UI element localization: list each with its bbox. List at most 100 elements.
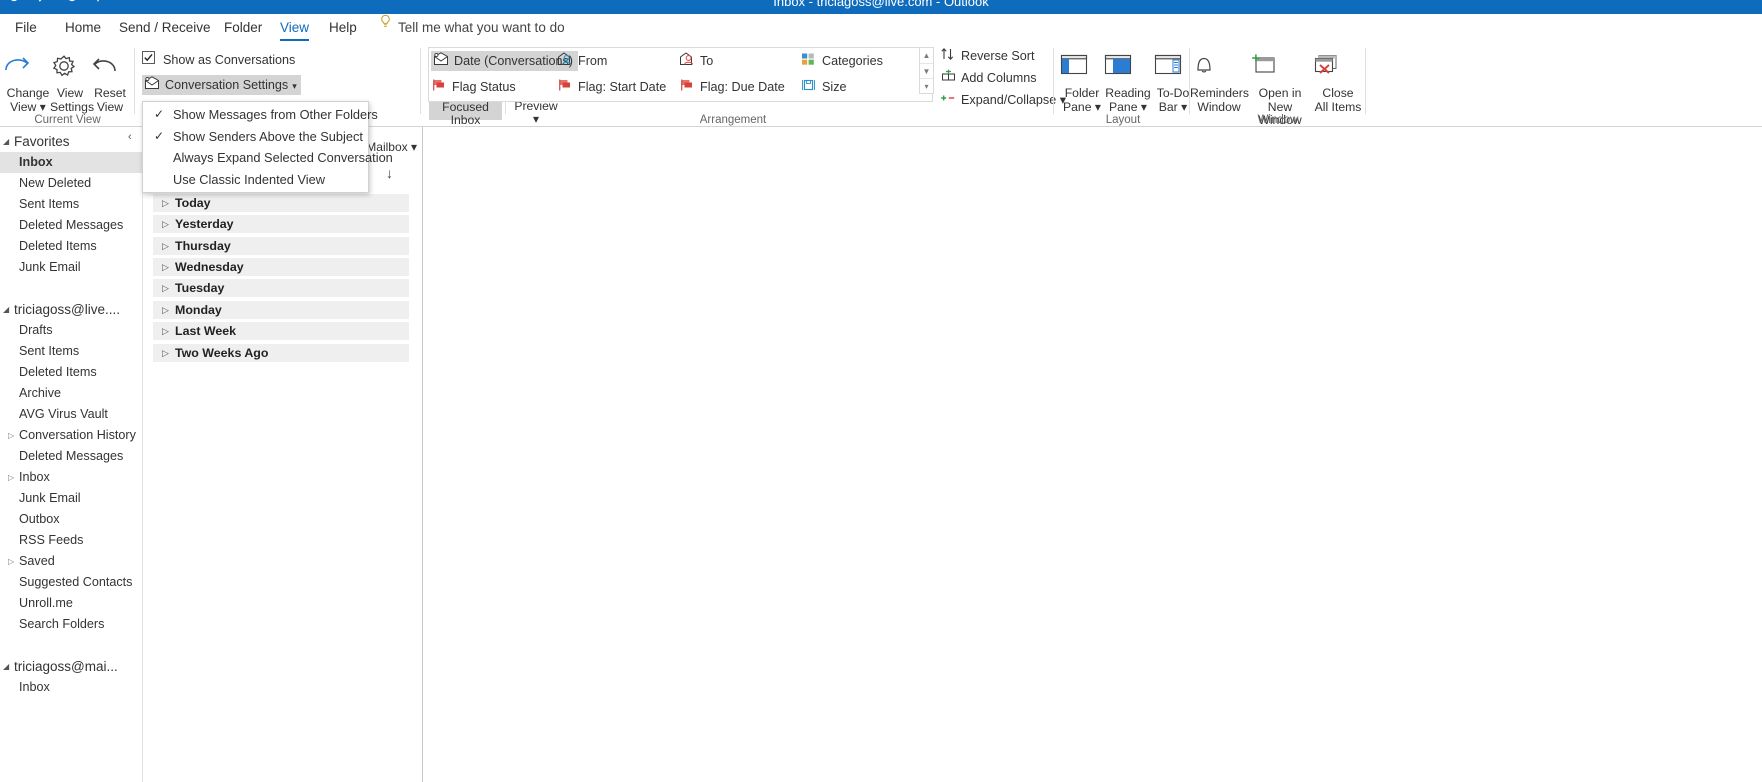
quick-access-toolbar[interactable]: ↺ ↗ ↻ ▾ bbox=[8, 0, 108, 6]
window-title: Inbox - triciagoss@live.com - Outlook bbox=[773, 0, 989, 9]
nav-section-account-live[interactable]: ◢ triciagoss@live.... bbox=[0, 299, 142, 320]
folder-pane-button[interactable]: Folder Pane ▾ bbox=[1058, 52, 1106, 114]
chevron-collapsed-icon[interactable]: ▷ bbox=[8, 467, 14, 488]
arrange-flag-status[interactable]: Flag Status bbox=[431, 77, 516, 97]
sidebar-item-search-folders[interactable]: Search Folders bbox=[0, 614, 142, 635]
change-view-button[interactable]: Change View ▾ bbox=[2, 52, 54, 114]
chevron-collapsed-icon[interactable]: ▷ bbox=[162, 322, 169, 340]
list-group-two-weeks-ago[interactable]: ▷ Two Weeks Ago bbox=[153, 344, 409, 362]
sidebar-item-deleted-items-fav[interactable]: Deleted Items bbox=[0, 236, 142, 257]
view-settings-button[interactable]: View Settings bbox=[50, 52, 94, 114]
reminders-window-button[interactable]: Reminders Window bbox=[1190, 52, 1249, 114]
group-label: Tuesday bbox=[175, 281, 225, 295]
sidebar-item-deleted-items[interactable]: Deleted Items bbox=[0, 362, 142, 383]
sidebar-item-deleted-messages[interactable]: Deleted Messages bbox=[0, 446, 142, 467]
reset-icon bbox=[90, 52, 130, 84]
sidebar-item-archive[interactable]: Archive bbox=[0, 383, 142, 404]
chevron-collapsed-icon[interactable]: ▷ bbox=[162, 301, 169, 319]
sidebar-item-inbox-fav[interactable]: Inbox bbox=[0, 152, 142, 173]
arrange-size[interactable]: Size bbox=[801, 77, 847, 97]
sidebar-item-saved[interactable]: ▷ Saved bbox=[0, 551, 142, 572]
expand-collapse-button[interactable]: Expand/Collapse ▾ bbox=[940, 90, 1066, 110]
reverse-sort-button[interactable]: Reverse Sort bbox=[940, 46, 1035, 66]
reset-view-button[interactable]: Reset View bbox=[90, 52, 130, 114]
collapse-folder-pane-icon[interactable]: ‹ bbox=[128, 131, 132, 143]
sidebar-item-suggested-contacts[interactable]: Suggested Contacts bbox=[0, 572, 142, 593]
tab-send-receive[interactable]: Send / Receive bbox=[110, 14, 220, 42]
sidebar-item-junk-email-fav[interactable]: Junk Email bbox=[0, 257, 142, 278]
sidebar-item-sent-items[interactable]: Sent Items bbox=[0, 341, 142, 362]
arrange-date-conversations[interactable]: Date (Conversations) bbox=[431, 51, 578, 71]
sidebar-item-outbox[interactable]: Outbox bbox=[0, 509, 142, 530]
list-group-wednesday[interactable]: ▷ Wednesday bbox=[153, 258, 409, 276]
chevron-collapsed-icon[interactable]: ▷ bbox=[8, 551, 14, 572]
close-all-items-button[interactable]: Close All Items bbox=[1310, 52, 1366, 114]
to-do-bar-button[interactable]: To-Do Bar ▾ bbox=[1152, 52, 1194, 114]
nav-section-favorites[interactable]: ◢ Favorites bbox=[0, 131, 142, 152]
chevron-collapsed-icon[interactable]: ▷ bbox=[162, 258, 169, 276]
arrange-categories[interactable]: Categories bbox=[801, 51, 883, 71]
sidebar-item-label: Inbox bbox=[19, 470, 50, 484]
sidebar-item-unroll-me[interactable]: Unroll.me bbox=[0, 593, 142, 614]
list-group-monday[interactable]: ▷ Monday bbox=[153, 301, 409, 319]
list-group-yesterday[interactable]: ▷ Yesterday bbox=[153, 215, 409, 233]
sidebar-item-junk-email[interactable]: Junk Email bbox=[0, 488, 142, 509]
add-columns-label: Add Columns bbox=[961, 71, 1037, 85]
chevron-collapsed-icon[interactable]: ▷ bbox=[162, 344, 169, 362]
list-group-last-week[interactable]: ▷ Last Week bbox=[153, 322, 409, 340]
chevron-collapsed-icon[interactable]: ▷ bbox=[8, 425, 14, 446]
menu-item-always-expand-selected-conversation[interactable]: Always Expand Selected Conversation bbox=[143, 147, 393, 169]
sidebar-item-avg-virus-vault[interactable]: AVG Virus Vault bbox=[0, 404, 142, 425]
sidebar-item-deleted-messages-fav[interactable]: Deleted Messages bbox=[0, 215, 142, 236]
lightbulb-icon bbox=[378, 14, 393, 42]
arrangement-gallery: Date (Conversations) From To Categories bbox=[428, 47, 933, 102]
sidebar-item-drafts[interactable]: Drafts bbox=[0, 320, 142, 341]
sidebar-item-label: Archive bbox=[19, 386, 61, 400]
open-in-new-window-label-1: Open in New bbox=[1258, 86, 1302, 114]
gallery-scroll-down[interactable]: ▼ bbox=[920, 64, 933, 79]
sidebar-item-conversation-history[interactable]: ▷ Conversation History bbox=[0, 425, 142, 446]
arrangement-gallery-scrollbar[interactable]: ▲ ▼ ▾ bbox=[919, 47, 934, 94]
sidebar-item-sent-items-fav[interactable]: Sent Items bbox=[0, 194, 142, 215]
arrange-to[interactable]: To bbox=[679, 51, 713, 71]
menu-item-show-senders-above-subject[interactable]: ✓ Show Senders Above the Subject bbox=[143, 126, 368, 148]
tab-help[interactable]: Help bbox=[320, 14, 366, 42]
add-columns-button[interactable]: Add Columns bbox=[940, 68, 1037, 88]
open-new-window-icon bbox=[1248, 52, 1312, 84]
chevron-collapsed-icon[interactable]: ▷ bbox=[162, 215, 169, 233]
arrange-flag-start-date[interactable]: Flag: Start Date bbox=[557, 77, 666, 97]
menu-item-use-classic-indented-view[interactable]: Use Classic Indented View bbox=[143, 169, 368, 191]
menu-item-label: Use Classic Indented View bbox=[173, 171, 325, 187]
to-do-bar-label-1: To-Do bbox=[1156, 86, 1190, 100]
nav-section-account-live-label: triciagoss@live.... bbox=[14, 302, 120, 317]
sidebar-item-rss-feeds[interactable]: RSS Feeds bbox=[0, 530, 142, 551]
tab-file[interactable]: File bbox=[6, 14, 46, 42]
list-group-tuesday[interactable]: ▷ Tuesday bbox=[153, 279, 409, 297]
chevron-collapsed-icon[interactable]: ▷ bbox=[162, 237, 169, 255]
chevron-expanded-icon: ◢ bbox=[3, 137, 10, 146]
menu-item-show-messages-other-folders[interactable]: ✓ Show Messages from Other Folders bbox=[143, 104, 378, 126]
tab-folder[interactable]: Folder bbox=[215, 14, 271, 42]
gallery-more[interactable]: ▾ bbox=[920, 79, 933, 95]
to-do-bar-label-2: Bar ▾ bbox=[1158, 99, 1188, 114]
sidebar-item-inbox-2[interactable]: Inbox bbox=[0, 677, 142, 698]
chevron-collapsed-icon[interactable]: ▷ bbox=[162, 194, 169, 212]
chevron-collapsed-icon[interactable]: ▷ bbox=[162, 279, 169, 297]
nav-section-account-mail[interactable]: ◢ triciagoss@mai... bbox=[0, 656, 142, 677]
tab-view[interactable]: View bbox=[271, 14, 318, 42]
group-separator bbox=[1365, 48, 1366, 114]
show-as-conversations-checkbox[interactable]: Show as Conversations bbox=[142, 50, 295, 70]
sidebar-item-inbox[interactable]: ▷ Inbox bbox=[0, 467, 142, 488]
arrange-flag-due-date[interactable]: Flag: Due Date bbox=[679, 77, 785, 97]
conversation-settings-button[interactable]: Conversation Settings ▾ bbox=[142, 75, 301, 95]
flag-icon bbox=[679, 78, 696, 94]
list-group-thursday[interactable]: ▷ Thursday bbox=[153, 237, 409, 255]
sidebar-item-new-deleted[interactable]: New Deleted bbox=[0, 173, 142, 194]
arrange-from[interactable]: From bbox=[557, 51, 607, 71]
sidebar-item-label: Junk Email bbox=[19, 491, 81, 505]
reading-pane-button[interactable]: Reading Pane ▾ bbox=[1102, 52, 1154, 114]
tell-me-input[interactable]: Tell me what you want to do bbox=[398, 14, 565, 42]
tab-home[interactable]: Home bbox=[56, 14, 110, 42]
gallery-scroll-up[interactable]: ▲ bbox=[920, 48, 933, 64]
list-group-today[interactable]: ▷ Today bbox=[153, 194, 409, 212]
